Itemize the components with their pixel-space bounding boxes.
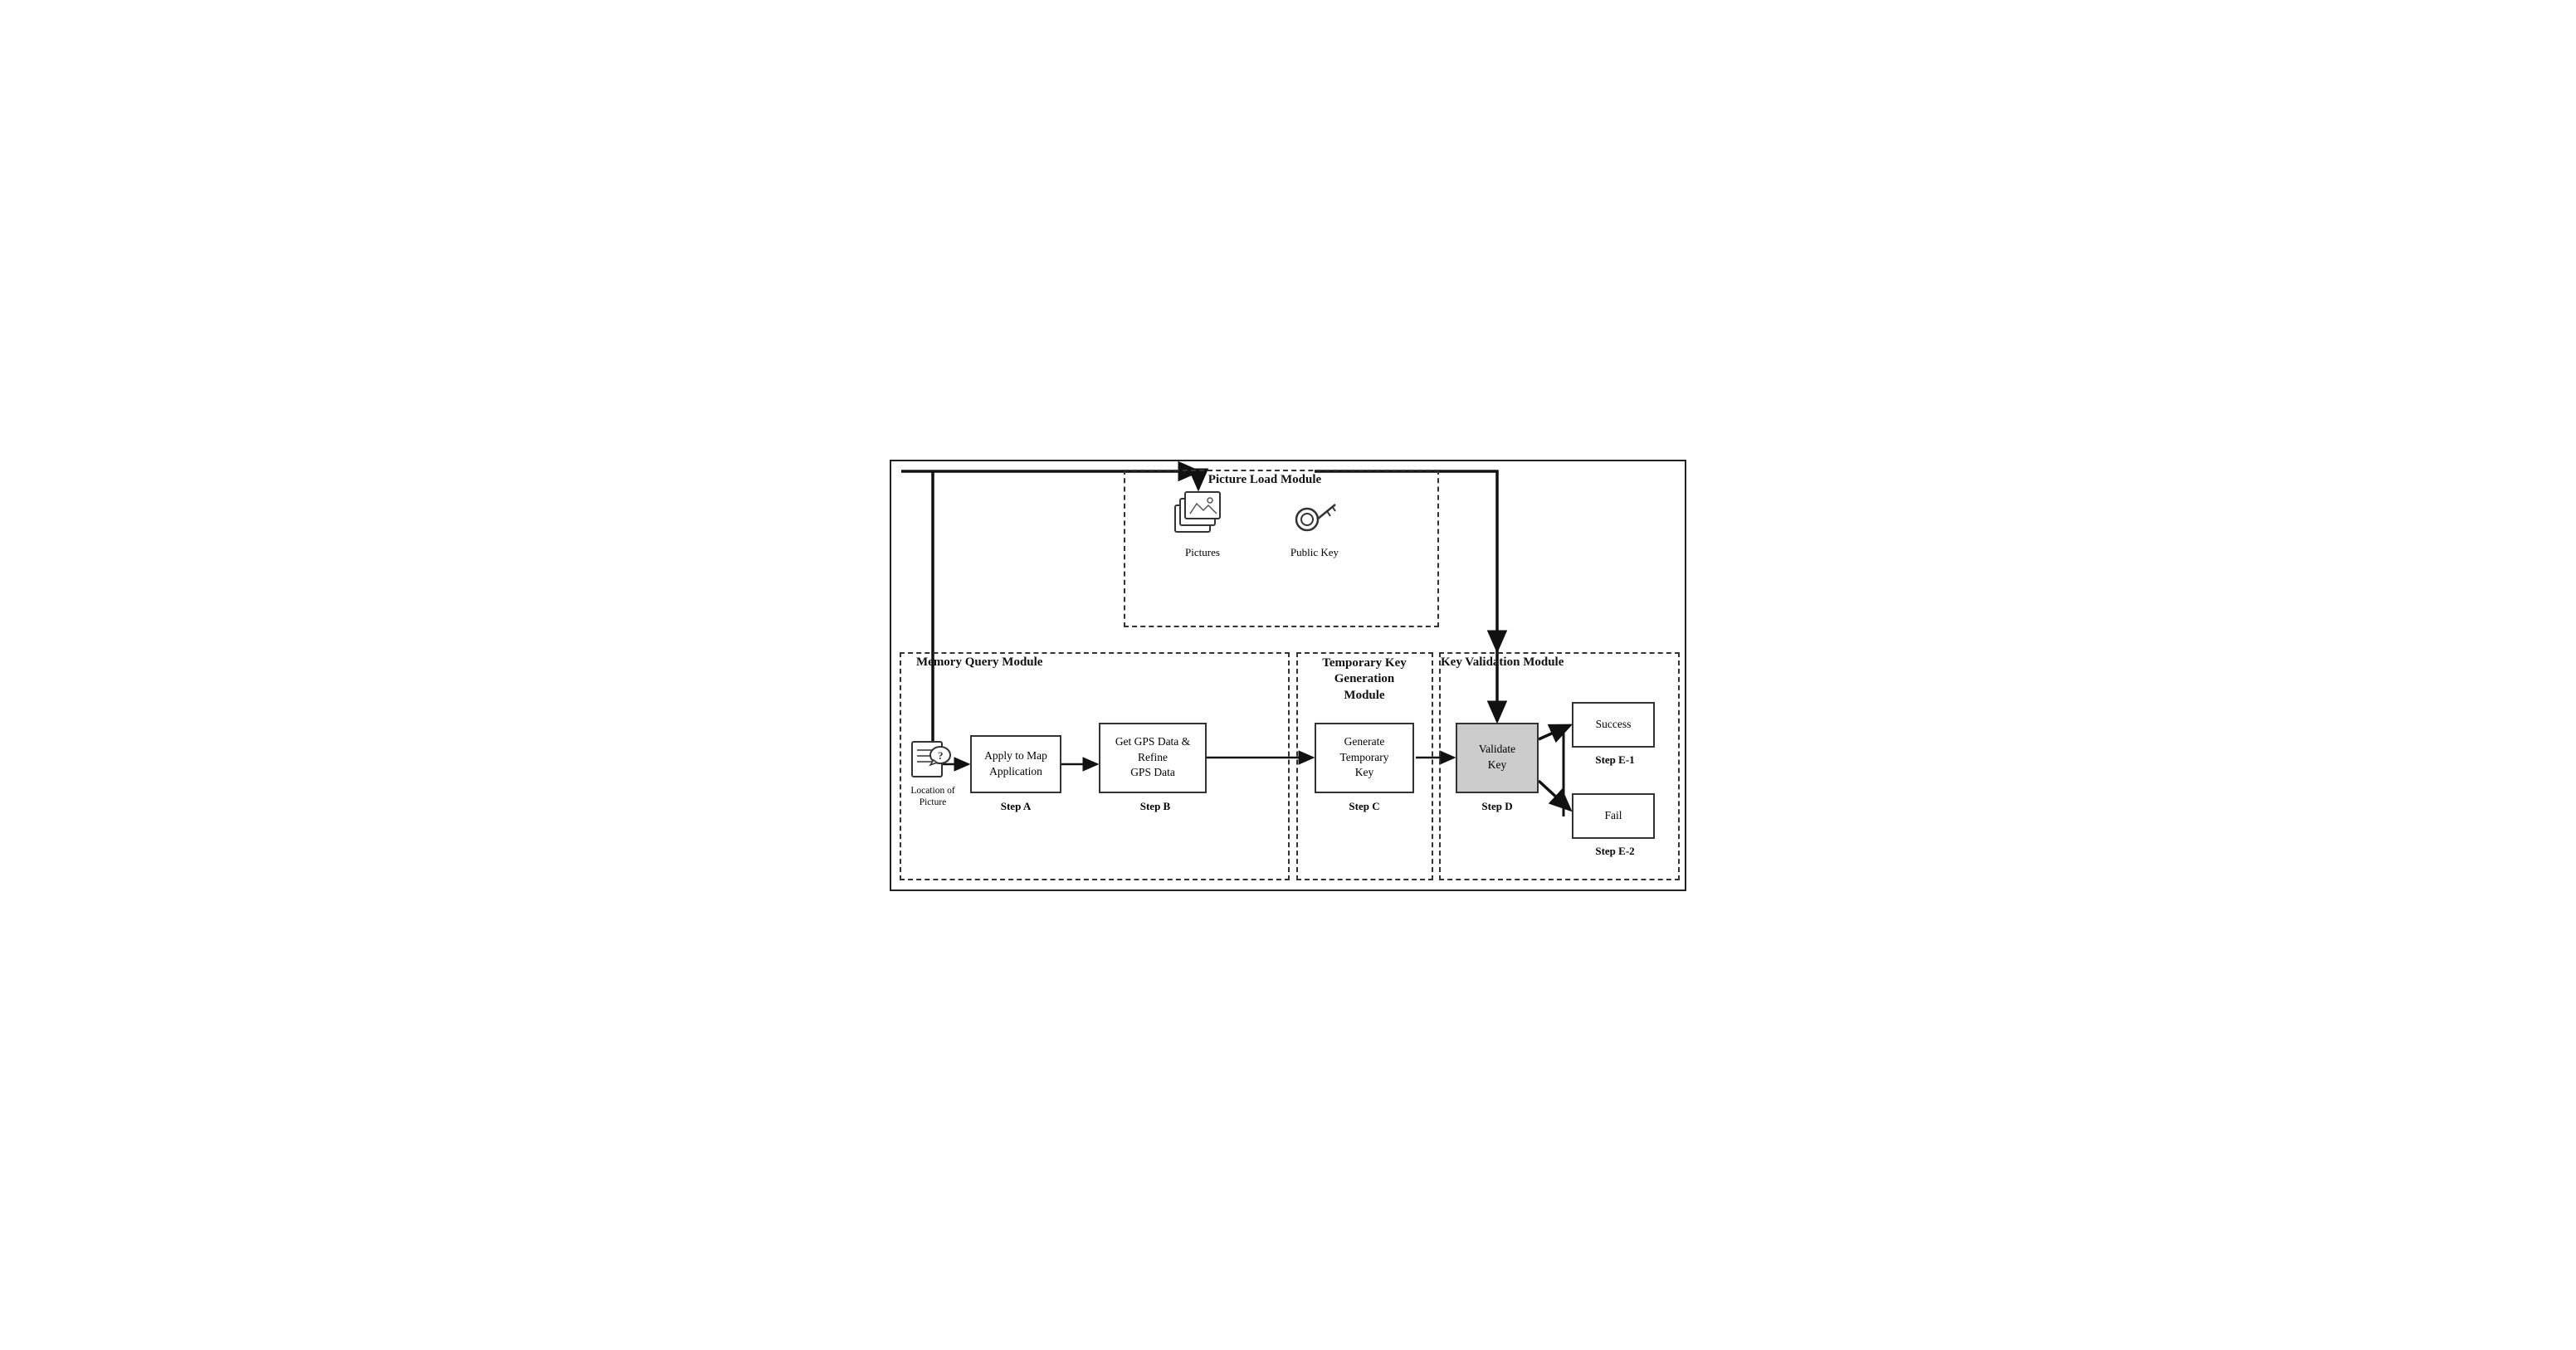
memory-query-module-label: Memory Query Module	[916, 656, 1082, 670]
publickey-label: Public Key	[1290, 546, 1339, 559]
pictures-icon-area: Pictures	[1165, 490, 1240, 559]
step-c-box: GenerateTemporaryKey	[1315, 723, 1414, 793]
step-d-label: Step D	[1460, 800, 1534, 813]
pictures-label: Pictures	[1185, 546, 1220, 559]
step-e1-label: Step E-1	[1573, 753, 1656, 767]
step-b-label: Step B	[1110, 800, 1201, 813]
step-c-text: GenerateTemporaryKey	[1339, 734, 1388, 782]
publickey-svg-icon	[1292, 495, 1338, 544]
pictures-svg-icon	[1173, 490, 1232, 544]
temp-key-line1: Temporary Key	[1322, 656, 1407, 670]
step-e2-label: Step E-2	[1573, 845, 1656, 858]
step-b-text: Get GPS Data &RefineGPS Data	[1115, 734, 1190, 782]
step-d-text: ValidateKey	[1479, 742, 1515, 773]
step-a-label: Step A	[983, 800, 1049, 813]
location-label: Location ofPicture	[910, 785, 954, 810]
publickey-icon-area: Public Key	[1281, 495, 1348, 559]
step-b-box: Get GPS Data &RefineGPS Data	[1099, 723, 1207, 793]
step-c-label: Step C	[1320, 800, 1409, 813]
picture-load-module-label: Picture Load Module	[1165, 473, 1364, 487]
step-e1-text: Success	[1596, 717, 1632, 733]
diagram-container: Picture Load Module Memory Query Module …	[890, 460, 1686, 891]
key-validation-module-label: Key Validation Module	[1441, 656, 1607, 670]
step-e2-text: Fail	[1604, 808, 1622, 824]
step-a-box: Apply to MapApplication	[970, 735, 1061, 793]
temp-key-module-label: Temporary Key Generation Module	[1298, 656, 1431, 704]
step-a-text: Apply to MapApplication	[984, 748, 1047, 780]
temp-key-line3: Module	[1344, 689, 1384, 702]
location-svg-icon: ?	[909, 735, 957, 783]
step-e2-box: Fail	[1572, 793, 1655, 839]
location-icon-area: ? Location ofPicture	[904, 735, 962, 810]
temp-key-line2: Generation	[1334, 672, 1395, 685]
step-e1-box: Success	[1572, 702, 1655, 748]
step-d-box: ValidateKey	[1456, 723, 1539, 793]
svg-text:?: ?	[938, 749, 944, 762]
